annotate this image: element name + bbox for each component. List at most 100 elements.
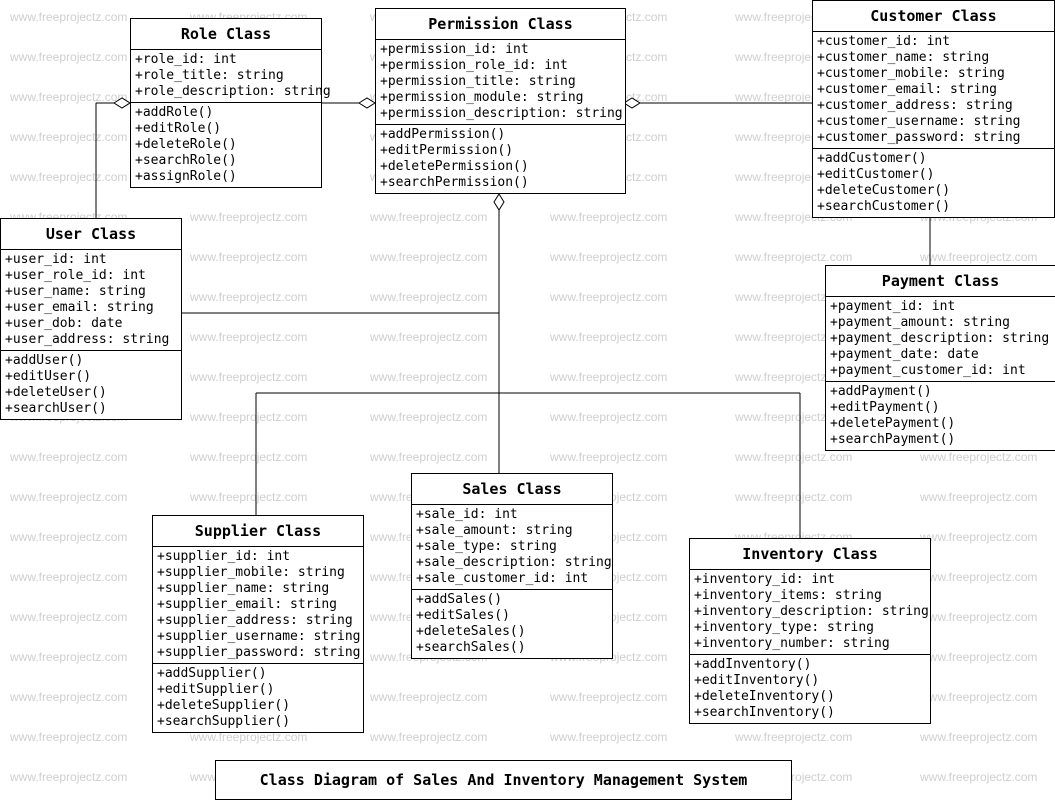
class-member: +user_role_id: int (5, 268, 177, 284)
watermark-text: www.freeprojectz.com (550, 450, 667, 464)
diagram-title: Class Diagram of Sales And Inventory Man… (215, 760, 792, 800)
watermark-text: www.freeprojectz.com (190, 210, 307, 224)
class-member: +editPermission() (380, 143, 621, 159)
class-title: Inventory Class (690, 539, 930, 570)
class-member: +supplier_id: int (157, 549, 359, 565)
class-member: +addCustomer() (817, 151, 1050, 167)
watermark-text: www.freeprojectz.com (10, 170, 127, 184)
watermark-text: www.freeprojectz.com (550, 330, 667, 344)
watermark-text: www.freeprojectz.com (550, 410, 667, 424)
watermark-text: www.freeprojectz.com (550, 730, 667, 744)
class-member: +searchPayment() (830, 432, 1051, 448)
watermark-text: www.freeprojectz.com (550, 370, 667, 384)
watermark-text: www.freeprojectz.com (10, 730, 127, 744)
class-member: +sale_amount: string (416, 523, 608, 539)
watermark-text: www.freeprojectz.com (550, 290, 667, 304)
class-role: Role Class +role_id: int+role_title: str… (130, 18, 322, 188)
class-member: +customer_name: string (817, 50, 1050, 66)
class-operations: +addSupplier()+editSupplier()+deleteSupp… (153, 664, 363, 732)
class-member: +addRole() (135, 105, 317, 121)
class-attributes: +supplier_id: int+supplier_mobile: strin… (153, 547, 363, 664)
watermark-text: www.freeprojectz.com (370, 250, 487, 264)
watermark-text: www.freeprojectz.com (10, 130, 127, 144)
class-member: +inventory_id: int (694, 572, 926, 588)
class-member: +payment_amount: string (830, 315, 1051, 331)
class-attributes: +user_id: int+user_role_id: int+user_nam… (1, 250, 181, 351)
class-member: +deleteUser() (5, 385, 177, 401)
class-title: Supplier Class (153, 516, 363, 547)
class-supplier: Supplier Class +supplier_id: int+supplie… (152, 515, 364, 733)
class-member: +addSupplier() (157, 666, 359, 682)
class-operations: +addPermission()+editPermission()+delete… (376, 125, 625, 193)
class-member: +permission_id: int (380, 42, 621, 58)
class-member: +permission_description: string (380, 106, 621, 122)
class-operations: +addInventory()+editInventory()+deleteIn… (690, 655, 930, 723)
watermark-text: www.freeprojectz.com (735, 730, 852, 744)
class-title: Permission Class (376, 9, 625, 40)
watermark-text: www.freeprojectz.com (370, 210, 487, 224)
watermark-text: www.freeprojectz.com (10, 450, 127, 464)
class-member: +permission_role_id: int (380, 58, 621, 74)
class-sales: Sales Class +sale_id: int+sale_amount: s… (411, 473, 613, 659)
class-operations: +addRole()+editRole()+deleteRole()+searc… (131, 103, 321, 187)
class-member: +sale_id: int (416, 507, 608, 523)
class-member: +customer_username: string (817, 114, 1050, 130)
watermark-text: www.freeprojectz.com (10, 90, 127, 104)
watermark-text: www.freeprojectz.com (550, 250, 667, 264)
class-member: +customer_email: string (817, 82, 1050, 98)
watermark-text: www.freeprojectz.com (10, 530, 127, 544)
watermark-text: www.freeprojectz.com (920, 250, 1037, 264)
class-member: +assignRole() (135, 169, 317, 185)
class-member: +supplier_username: string (157, 629, 359, 645)
class-member: +payment_id: int (830, 299, 1051, 315)
class-member: +deleteSales() (416, 624, 608, 640)
class-member: +deleteCustomer() (817, 183, 1050, 199)
watermark-text: www.freeprojectz.com (10, 10, 127, 24)
class-title: Payment Class (826, 266, 1055, 297)
class-attributes: +role_id: int+role_title: string+role_de… (131, 50, 321, 103)
class-attributes: +payment_id: int+payment_amount: string +… (826, 297, 1055, 382)
class-member: +role_description: string (135, 84, 317, 100)
class-payment: Payment Class +payment_id: int+payment_a… (825, 265, 1055, 451)
class-attributes: +sale_id: int+sale_amount: string+sale_t… (412, 505, 612, 590)
class-member: +editRole() (135, 121, 317, 137)
watermark-text: www.freeprojectz.com (370, 370, 487, 384)
class-member: +searchRole() (135, 153, 317, 169)
class-member: +permission_module: string (380, 90, 621, 106)
class-permission: Permission Class +permission_id: int+per… (375, 8, 626, 194)
watermark-text: www.freeprojectz.com (550, 210, 667, 224)
class-attributes: +permission_id: int+permission_role_id: … (376, 40, 625, 125)
class-member: +supplier_address: string (157, 613, 359, 629)
class-member: +searchSales() (416, 640, 608, 656)
class-member: +user_id: int (5, 252, 177, 268)
class-member: +customer_id: int (817, 34, 1050, 50)
class-member: +editSales() (416, 608, 608, 624)
watermark-text: www.freeprojectz.com (190, 410, 307, 424)
class-member: +searchPermission() (380, 175, 621, 191)
class-member: +user_name: string (5, 284, 177, 300)
class-title: User Class (1, 219, 181, 250)
class-member: +customer_password: string (817, 130, 1050, 146)
class-member: +sale_description: string (416, 555, 608, 571)
watermark-text: www.freeprojectz.com (920, 490, 1037, 504)
watermark-text: www.freeprojectz.com (190, 490, 307, 504)
class-member: +supplier_name: string (157, 581, 359, 597)
class-member: +editUser() (5, 369, 177, 385)
watermark-text: www.freeprojectz.com (735, 490, 852, 504)
class-member: +searchUser() (5, 401, 177, 417)
watermark-text: www.freeprojectz.com (920, 770, 1037, 784)
watermark-text: www.freeprojectz.com (370, 290, 487, 304)
class-member: +payment_date: date (830, 347, 1051, 363)
watermark-text: www.freeprojectz.com (920, 570, 1037, 584)
class-member: +editPayment() (830, 400, 1051, 416)
watermark-text: www.freeprojectz.com (370, 330, 487, 344)
class-member: +inventory_number: string (694, 636, 926, 652)
class-title: Sales Class (412, 474, 612, 505)
watermark-text: www.freeprojectz.com (10, 570, 127, 584)
watermark-text: www.freeprojectz.com (10, 650, 127, 664)
class-member: +editInventory() (694, 673, 926, 689)
class-member: +inventory_type: string (694, 620, 926, 636)
class-member: +searchCustomer() (817, 199, 1050, 215)
watermark-text: www.freeprojectz.com (920, 610, 1037, 624)
watermark-text: www.freeprojectz.com (735, 450, 852, 464)
